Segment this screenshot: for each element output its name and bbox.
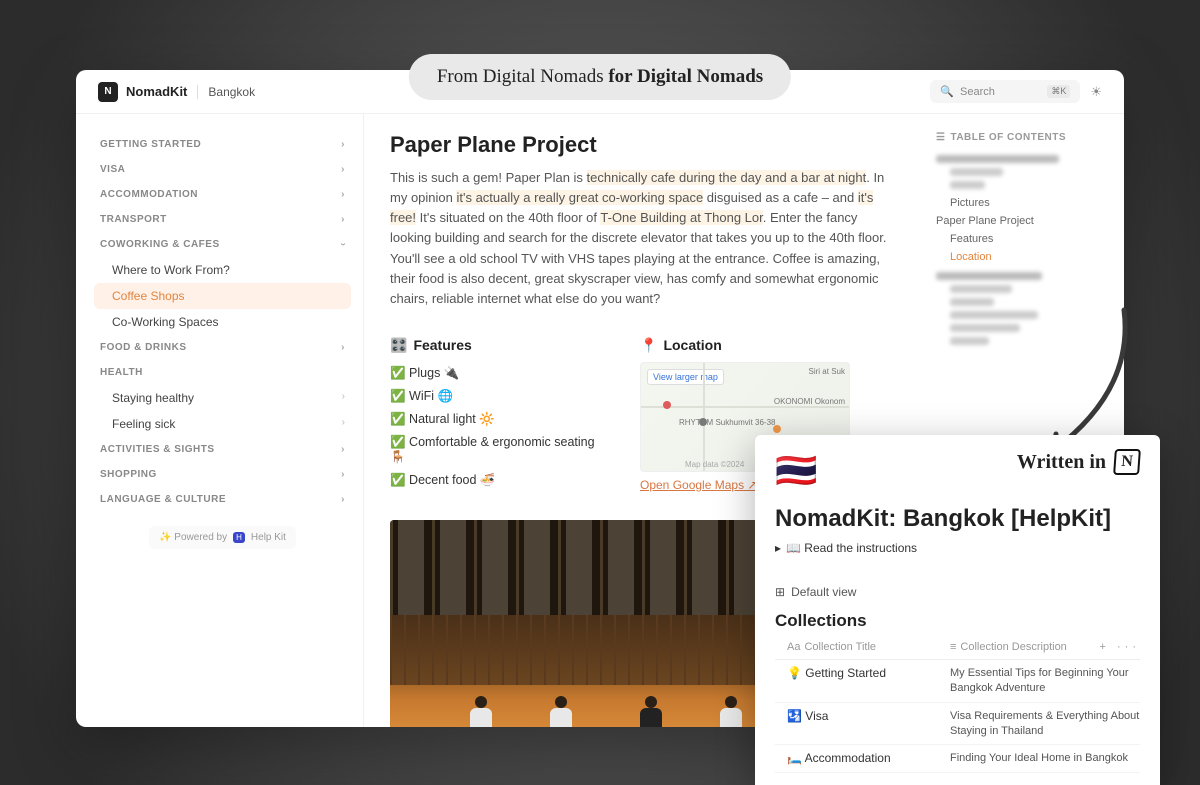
sidebar-item[interactable]: Where to Work From? <box>94 257 351 283</box>
sidebar-category[interactable]: ACTIVITIES & SIGHTS› <box>94 437 351 462</box>
notion-logo-icon: N <box>1113 449 1141 475</box>
breadcrumb[interactable]: Bangkok <box>208 85 255 99</box>
open-google-maps-link[interactable]: Open Google Maps ↗ <box>640 478 757 492</box>
feature-item: Comfortable & ergonomic seating 🪑 <box>390 431 610 469</box>
brand-name[interactable]: NomadKit <box>126 84 187 99</box>
theme-toggle-icon[interactable]: ☀︎ <box>1090 84 1102 100</box>
feature-item: WiFi 🌐 <box>390 385 610 408</box>
notion-popup: Written in N 🇹🇭 NomadKit: Bangkok [HelpK… <box>755 435 1160 785</box>
search-icon: 🔍 <box>940 85 954 98</box>
sidebar-item[interactable]: Co-Working Spaces <box>94 309 351 335</box>
sidebar-category[interactable]: VISA› <box>94 157 351 182</box>
instructions-toggle[interactable]: ▸ 📖 Read the instructions <box>775 541 1140 555</box>
pin-icon: 📍 <box>640 337 657 354</box>
feature-item: Decent food 🍜 <box>390 469 610 492</box>
table-actions[interactable]: + ··· <box>1100 641 1140 653</box>
page-title: Paper Plane Project <box>390 132 898 158</box>
logo-icon: N <box>98 82 118 102</box>
powered-by[interactable]: ✨ Powered by H Help Kit <box>149 526 296 549</box>
search-input[interactable]: 🔍 Search ⌘K <box>930 80 1080 103</box>
sidebar-item[interactable]: Staying healthy› <box>94 385 351 411</box>
table-row[interactable]: 🛏️ AccommodationFinding Your Ideal Home … <box>775 745 1140 773</box>
written-in-label: Written in N <box>1017 449 1140 475</box>
toc-item[interactable]: Location <box>936 248 1112 266</box>
table-icon: ⊞ <box>775 585 785 599</box>
toc-item[interactable]: Pictures <box>936 194 1112 212</box>
notion-page-title: NomadKit: Bangkok [HelpKit] <box>775 505 1140 533</box>
triangle-icon: ▸ <box>775 541 781 555</box>
toc-item[interactable]: Features <box>936 230 1112 248</box>
sidebar-category[interactable]: SHOPPING› <box>94 462 351 487</box>
sidebar-category[interactable]: GETTING STARTED› <box>94 132 351 157</box>
table-row[interactable]: 🛂 VisaVisa Requirements & Everything Abo… <box>775 703 1140 746</box>
sidebar-category[interactable]: LANGUAGE & CULTURE› <box>94 487 351 512</box>
column-title[interactable]: AaCollection Title <box>775 641 950 653</box>
sidebar-category[interactable]: ACCOMMODATION› <box>94 182 351 207</box>
grid-icon: 🎛️ <box>390 337 407 354</box>
database-view-tab[interactable]: ⊞ Default view <box>775 585 1140 599</box>
table-header-row: AaCollection Title ≡Collection Descripti… <box>775 635 1140 660</box>
helpkit-icon: H <box>233 532 245 543</box>
sidebar-category[interactable]: TRANSPORT› <box>94 207 351 232</box>
tagline-pill: From Digital Nomads for Digital Nomads <box>409 54 791 100</box>
article-body: This is such a gem! Paper Plan is techni… <box>390 168 898 309</box>
feature-item: Plugs 🔌 <box>390 362 610 385</box>
sidebar-item[interactable]: Feeling sick› <box>94 411 351 437</box>
sidebar-item[interactable]: Coffee Shops <box>94 283 351 309</box>
collections-heading: Collections <box>775 611 1140 631</box>
list-icon: ☰ <box>936 132 945 143</box>
sidebar: GETTING STARTED›VISA›ACCOMMODATION›TRANS… <box>76 114 364 727</box>
view-larger-map-button[interactable]: View larger map <box>647 369 724 385</box>
feature-item: Natural light 🔆 <box>390 408 610 431</box>
features-section: 🎛️Features Plugs 🔌WiFi 🌐Natural light 🔆C… <box>390 337 610 494</box>
sidebar-category[interactable]: FOOD & DRINKS› <box>94 335 351 360</box>
divider <box>197 85 198 99</box>
search-shortcut: ⌘K <box>1047 85 1070 98</box>
toc-item[interactable]: Paper Plane Project <box>936 212 1112 230</box>
column-description[interactable]: ≡Collection Description <box>950 641 1100 653</box>
sidebar-category[interactable]: COWORKING & CAFES› <box>94 232 351 257</box>
sidebar-category[interactable]: HEALTH <box>94 360 351 385</box>
table-row[interactable]: 💡 Getting StartedMy Essential Tips for B… <box>775 660 1140 703</box>
